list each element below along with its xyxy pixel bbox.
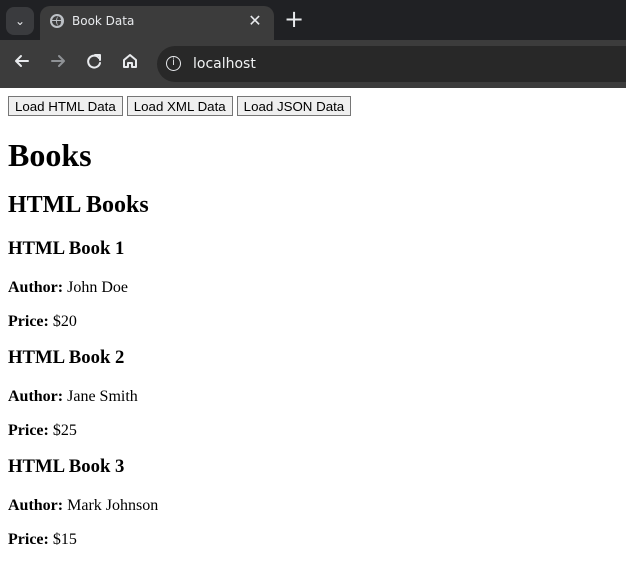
page-title: Books [8,137,92,173]
chevron-down-icon: ⌄ [14,14,26,28]
active-tab[interactable]: Book Data ✕ [40,6,274,40]
book-price-row: Price: $15 [8,531,618,549]
reload-button[interactable] [82,52,106,76]
address-bar[interactable]: i localhost [157,46,626,82]
book-author: Mark Johnson [67,497,159,514]
tab-search-button[interactable]: ⌄ [6,7,34,35]
book-price-row: Price: $20 [8,313,618,331]
book-price: $25 [52,422,77,439]
back-arrow-icon [15,55,29,67]
forward-arrow-icon [51,55,65,67]
tab-strip: ⌄ Book Data ✕ + [0,0,626,40]
new-tab-button[interactable]: + [283,7,305,31]
home-button[interactable] [118,52,142,76]
globe-icon [50,14,64,28]
back-button[interactable] [10,52,34,76]
section-title: HTML Books [8,192,149,218]
book-title: HTML Book 2 [8,347,125,368]
tab-title: Book Data [72,14,135,28]
reload-icon [87,54,101,69]
load-xml-data-button[interactable]: Load XML Data [126,96,233,116]
book-item: HTML Book 1 Author: John Doe Price: $20 [8,238,618,331]
page-content: Load HTML Data Load XML Data Load JSON Dat… [0,88,626,549]
close-tab-button[interactable]: ✕ [246,12,264,30]
browser-toolbar: i localhost [0,40,626,88]
info-icon[interactable]: i [166,56,181,71]
home-icon [123,54,137,68]
price-label: Price: [8,531,49,548]
book-price-row: Price: $25 [8,422,618,440]
load-html-data-button[interactable]: Load HTML Data [8,96,123,116]
book-author-row: Author: John Doe [8,279,618,297]
book-item: HTML Book 2 Author: Jane Smith Price: $2… [8,347,618,440]
book-author-row: Author: Mark Johnson [8,497,618,515]
book-item: HTML Book 3 Author: Mark Johnson Price: … [8,456,618,549]
browser-chrome: ⌄ Book Data ✕ + i localhost [0,0,626,88]
book-title: HTML Book 1 [8,238,125,259]
book-price: $20 [52,313,77,330]
book-author: Jane Smith [67,388,138,405]
forward-button[interactable] [46,52,70,76]
book-list: HTML Book 1 Author: John Doe Price: $20 … [8,238,618,549]
address-text[interactable]: localhost [193,55,256,73]
author-label: Author: [8,388,64,405]
data-loader-controls: Load HTML Data Load XML Data Load JSON Dat… [8,96,618,116]
price-label: Price: [8,313,49,330]
book-title: HTML Book 3 [8,456,125,477]
book-author-row: Author: Jane Smith [8,388,618,406]
price-label: Price: [8,422,49,439]
book-price: $15 [52,531,77,548]
author-label: Author: [8,279,64,296]
load-json-data-button[interactable]: Load JSON Data [236,96,352,116]
book-author: John Doe [67,279,128,296]
author-label: Author: [8,497,64,514]
